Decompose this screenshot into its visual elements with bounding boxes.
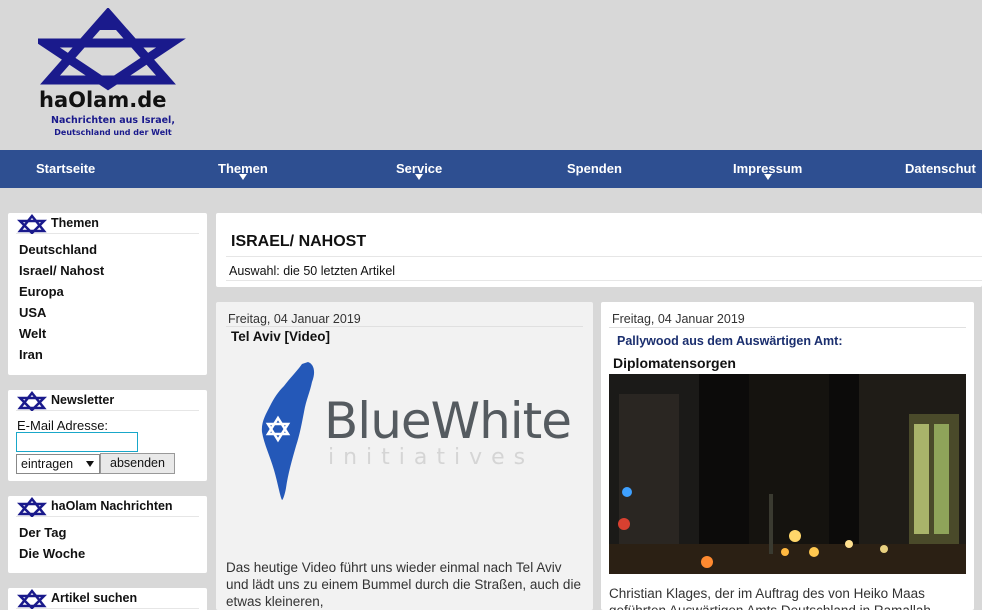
- subscription-select[interactable]: eintragen: [16, 454, 100, 474]
- star-of-david-icon: [17, 589, 47, 609]
- article-date: Freitag, 04 Januar 2019: [228, 312, 361, 326]
- sidebar-link-israel-nahost[interactable]: Israel/ Nahost: [19, 260, 207, 281]
- divider: [609, 327, 966, 328]
- article-image[interactable]: BlueWhite initiatives: [226, 350, 583, 555]
- nav-item-themen[interactable]: Themen: [218, 150, 268, 188]
- dropdown-arrow-icon: [763, 174, 772, 180]
- sidebar-link-welt[interactable]: Welt: [19, 323, 207, 344]
- nav-item-datenschutz[interactable]: Datenschut: [905, 150, 976, 188]
- nav-label: Datenschut: [905, 161, 976, 176]
- article-image[interactable]: [609, 374, 966, 574]
- box-title: haOlam Nachrichten: [51, 499, 173, 513]
- israel-map-icon: [261, 362, 315, 500]
- nav-label: Spenden: [567, 161, 622, 176]
- site-tagline-sub: Deutschland und der Welt: [54, 128, 172, 137]
- article-card[interactable]: Freitag, 04 Januar 2019 Tel Aviv [Video]…: [216, 302, 593, 610]
- section-header: ISRAEL/ NAHOST Auswahl: die 50 letzten A…: [216, 213, 982, 287]
- email-label: E-Mail Adresse:: [17, 418, 109, 433]
- nav-label: Startseite: [36, 161, 96, 176]
- site-name[interactable]: haOlam.de: [39, 88, 166, 112]
- star-of-david-icon: [17, 391, 47, 411]
- article-excerpt: Christian Klages, der im Auftrag des von…: [609, 585, 969, 610]
- sidebar-search-box: Artikel suchen: [8, 588, 207, 610]
- site-tagline: Nachrichten aus Israel,: [51, 115, 175, 126]
- main-navigation: Startseite Themen Service Spenden Impres…: [0, 150, 982, 188]
- article-date: Freitag, 04 Januar 2019: [612, 312, 745, 326]
- star-of-david-icon: [17, 497, 47, 517]
- site-header: haOlam.de Nachrichten aus Israel, Deutsc…: [0, 0, 982, 150]
- street-night-photo-icon: [609, 374, 966, 574]
- email-field[interactable]: [16, 432, 138, 452]
- submit-button[interactable]: absenden: [100, 453, 175, 474]
- sidebar-link-der-tag[interactable]: Der Tag: [19, 522, 207, 543]
- sidebar-link-die-woche[interactable]: Die Woche: [19, 543, 207, 564]
- nav-item-service[interactable]: Service: [396, 150, 442, 188]
- article-title[interactable]: Diplomatensorgen: [613, 355, 736, 371]
- box-title: Artikel suchen: [51, 591, 138, 605]
- box-header: Themen: [16, 213, 199, 234]
- dropdown-arrow-icon: [415, 174, 424, 180]
- article-kicker: Pallywood aus dem Auswärtigen Amt:: [617, 334, 843, 348]
- select-value: eintragen: [21, 457, 74, 471]
- sidebar-link-deutschland[interactable]: Deutschland: [19, 239, 207, 260]
- image-caption-sub: initiatives: [328, 445, 535, 470]
- box-header: Newsletter: [16, 390, 199, 411]
- chevron-down-icon: [86, 461, 94, 467]
- divider: [226, 280, 982, 281]
- sidebar-nachrichten-box: haOlam Nachrichten Der Tag Die Woche: [8, 496, 207, 573]
- article-excerpt-line: geführten Auswärtigen Amts Deutschland i…: [609, 602, 969, 610]
- divider: [226, 256, 982, 257]
- divider: [226, 326, 583, 327]
- selection-text: Auswahl: die 50 letzten Artikel: [229, 264, 396, 278]
- nav-item-spenden[interactable]: Spenden: [567, 150, 622, 188]
- sidebar-themen-box: Themen Deutschland Israel/ Nahost Europa…: [8, 213, 207, 375]
- nav-item-startseite[interactable]: Startseite: [36, 150, 95, 188]
- nav-item-impressum[interactable]: Impressum: [733, 150, 802, 188]
- sidebar-link-usa[interactable]: USA: [19, 302, 207, 323]
- article-excerpt: Das heutige Video führt uns wieder einma…: [226, 560, 581, 609]
- dropdown-arrow-icon: [238, 174, 247, 180]
- box-title: Newsletter: [51, 393, 115, 407]
- article-title[interactable]: Tel Aviv [Video]: [231, 329, 330, 344]
- sidebar-link-europa[interactable]: Europa: [19, 281, 207, 302]
- sidebar-newsletter-box: Newsletter E-Mail Adresse: eintragen abs…: [8, 390, 207, 481]
- sidebar-link-iran[interactable]: Iran: [19, 344, 207, 365]
- star-of-david-icon: [17, 214, 47, 234]
- box-header: Artikel suchen: [16, 588, 199, 609]
- image-caption: BlueWhite: [324, 392, 572, 450]
- article-excerpt-line: Christian Klages, der im Auftrag des von…: [609, 586, 925, 601]
- page-title: ISRAEL/ NAHOST: [231, 233, 367, 250]
- article-card[interactable]: Freitag, 04 Januar 2019 Pallywood aus de…: [601, 302, 974, 610]
- box-header: haOlam Nachrichten: [16, 496, 199, 517]
- box-title: Themen: [51, 216, 99, 230]
